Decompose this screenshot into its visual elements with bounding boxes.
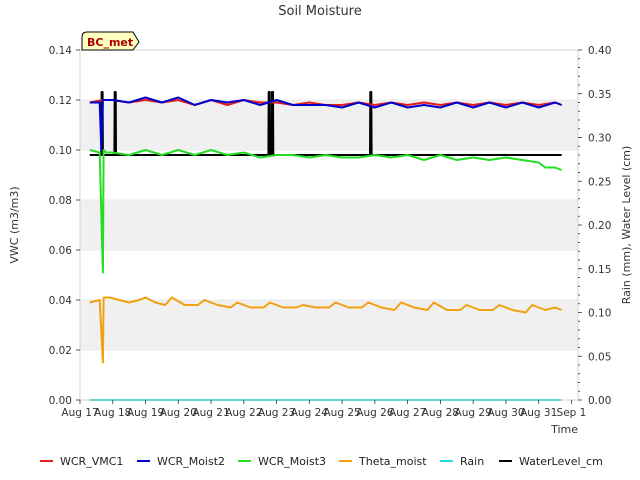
x-tick-label: Aug 28 xyxy=(422,407,459,419)
right-y-tick-label: 0.10 xyxy=(588,308,611,320)
right-y-tick-label: 0.40 xyxy=(588,45,611,57)
right-y-tick-label: 0.00 xyxy=(588,395,611,407)
soil-moisture-chart: Aug 17Aug 18Aug 19Aug 20Aug 21Aug 22Aug … xyxy=(8,4,633,468)
right-y-tick-label: 0.35 xyxy=(588,89,611,101)
legend: WCR_VMC1 WCR_Moist2 WCR_Moist3 Theta_moist R… xyxy=(40,455,603,468)
x-tick-label: Aug 25 xyxy=(324,407,361,419)
x-tick-label: Aug 31 xyxy=(520,407,557,419)
x-axis-label: Time xyxy=(550,423,578,436)
legend-label: WCR_Moist3 xyxy=(258,455,326,468)
legend-label: Theta_moist xyxy=(358,455,427,468)
x-tick-label: Sep 1 xyxy=(557,407,587,419)
chart-title: Soil Moisture xyxy=(278,4,362,19)
annotation-label: BC_met xyxy=(87,36,133,49)
x-tick-label: Aug 30 xyxy=(487,407,524,419)
x-tick-label: Aug 29 xyxy=(455,407,492,419)
left-y-axis: 0.00 0.02 0.04 0.06 0.08 0.10 0.12 0.14 xyxy=(49,45,80,407)
left-y-tick-label: 0.12 xyxy=(49,95,72,107)
left-y-tick-label: 0.04 xyxy=(49,295,73,307)
right-y-tick-label: 0.20 xyxy=(588,220,611,232)
x-tick-label: Aug 20 xyxy=(160,407,197,419)
left-y-tick-label: 0.10 xyxy=(49,145,72,157)
legend-label: WaterLevel_cm xyxy=(519,455,603,468)
x-tick-label: Aug 27 xyxy=(389,407,426,419)
right-y-tick-label: 0.15 xyxy=(588,264,611,276)
left-y-tick-label: 0.06 xyxy=(49,245,73,257)
grid-bands xyxy=(80,49,578,401)
left-y-tick-label: 0.02 xyxy=(49,345,72,357)
legend-label: Rain xyxy=(460,455,484,468)
right-y-axis: 0.00 0.05 0.10 0.15 0.20 0.25 0.30 0.35 0.40 xyxy=(578,45,611,407)
left-y-tick-label: 0.14 xyxy=(49,45,73,57)
x-tick-label: Aug 18 xyxy=(94,407,131,419)
grid-band xyxy=(80,200,578,250)
legend-label: WCR_Moist2 xyxy=(157,455,225,468)
right-y-tick-label: 0.25 xyxy=(588,176,611,188)
legend-label: WCR_VMC1 xyxy=(60,455,123,468)
x-tick-label: Aug 21 xyxy=(192,407,229,419)
x-tick-label: Aug 17 xyxy=(61,407,98,419)
right-y-tick-label: 0.05 xyxy=(588,351,611,363)
left-y-axis-label: VWC (m3/m3) xyxy=(8,186,21,263)
left-y-tick-label: 0.08 xyxy=(49,195,72,207)
x-tick-label: Aug 22 xyxy=(225,407,262,419)
right-y-tick-label: 0.30 xyxy=(588,133,611,145)
x-tick-label: Aug 19 xyxy=(127,407,164,419)
right-y-axis-label: Rain (mm), Water Level (cm) xyxy=(620,146,633,305)
left-y-tick-label: 0.00 xyxy=(49,395,72,407)
x-tick-label: Aug 23 xyxy=(258,407,295,419)
x-axis: Aug 17Aug 18Aug 19Aug 20Aug 21Aug 22Aug … xyxy=(61,400,586,419)
annotation-box: BC_met xyxy=(81,31,140,51)
